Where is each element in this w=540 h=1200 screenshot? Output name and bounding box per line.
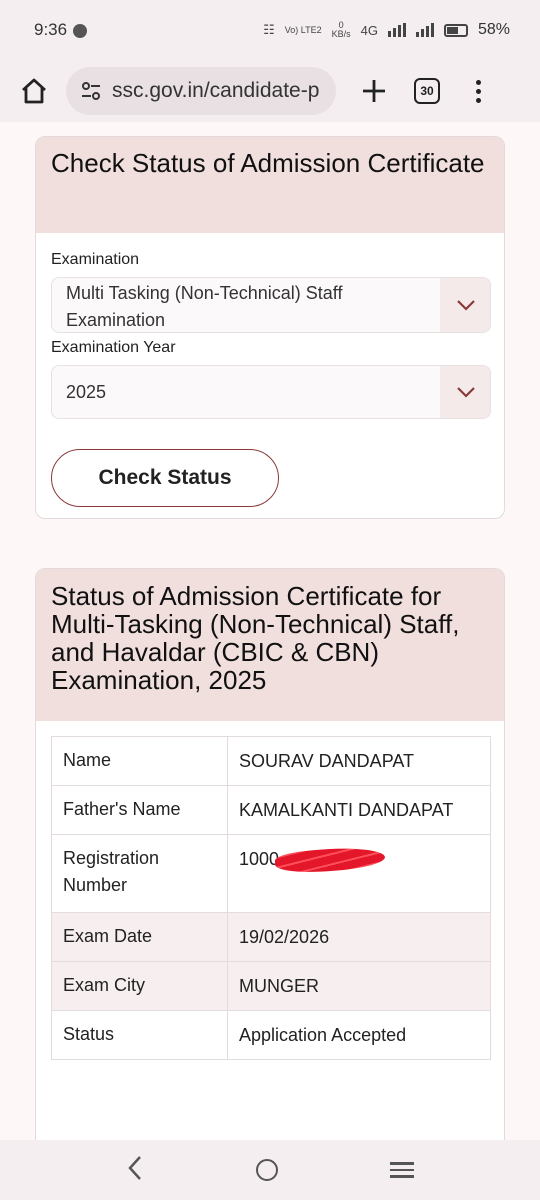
table-row: Exam Date 19/02/2026: [51, 912, 491, 962]
table-row: Exam City MUNGER: [51, 961, 491, 1011]
call-icon: [73, 24, 88, 38]
candidate-name: SOURAV DANDAPAT: [227, 736, 491, 786]
examination-selected-value: Multi Tasking (Non-Technical) Staff Exam…: [66, 283, 343, 330]
status-bar: 9:36 ☷ Vo) LTE2 0 KB/s 4G 58%: [0, 0, 540, 60]
menu-dot-icon: [476, 97, 481, 103]
plus-icon: [363, 80, 385, 102]
recent-line-icon: [390, 1168, 414, 1172]
exam-city: MUNGER: [227, 961, 491, 1011]
table-row: Father's Name KAMALKANTI DANDAPAT: [51, 785, 491, 835]
home-button[interactable]: [14, 71, 54, 111]
row-label-status: Status: [51, 1010, 228, 1060]
check-status-form: Examination Multi Tasking (Non-Technical…: [36, 233, 504, 507]
chevron-down-icon: [456, 300, 475, 311]
examination-year-label: Examination Year: [51, 339, 176, 356]
examination-label: Examination: [51, 251, 140, 268]
data-speed: 0 KB/s: [332, 21, 351, 39]
chevron-down-icon: [456, 387, 475, 398]
status-icons: ☷ Vo) LTE2 0 KB/s 4G 58%: [263, 21, 510, 39]
examination-select[interactable]: Multi Tasking (Non-Technical) Staff Exam…: [51, 277, 491, 333]
back-icon: [128, 1155, 141, 1180]
table-row: Status Application Accepted: [51, 1010, 491, 1060]
row-label-registration: Registration Number: [51, 834, 228, 913]
check-status-title: Check Status of Admission Certificate: [36, 137, 504, 233]
redaction-scribble: [274, 845, 386, 876]
volte-indicator: Vo) LTE2: [284, 24, 322, 35]
check-status-card: Check Status of Admission Certificate Ex…: [35, 136, 505, 519]
battery-percent: 58%: [477, 21, 510, 38]
recent-line-icon: [390, 1175, 414, 1178]
check-status-button[interactable]: Check Status: [51, 449, 279, 507]
registration-number: 1000: [239, 849, 280, 869]
browser-toolbar: ssc.gov.in/candidate-p 30: [0, 60, 540, 122]
tab-switcher-button[interactable]: 30: [414, 78, 440, 104]
back-button[interactable]: [126, 1152, 144, 1189]
row-label-name: Name: [51, 736, 228, 786]
admission-status-card: Status of Admission Certificate for Mult…: [35, 568, 505, 1148]
examination-year-selected-value: 2025: [66, 381, 107, 402]
vibrate-icon: ☷: [263, 22, 275, 37]
network-type: 4G: [360, 22, 378, 38]
table-row: Name SOURAV DANDAPAT: [51, 736, 491, 786]
father-name: KAMALKANTI DANDAPAT: [227, 785, 491, 835]
row-label-father-name: Father's Name: [51, 785, 228, 835]
application-status: Application Accepted: [227, 1010, 491, 1060]
row-label-exam-city: Exam City: [51, 961, 228, 1011]
recent-line-icon: [390, 1162, 414, 1165]
menu-dot-icon: [476, 88, 481, 94]
examination-dropdown-toggle[interactable]: [440, 278, 490, 332]
signal-icon: [387, 23, 406, 37]
exam-date: 19/02/2026: [227, 912, 491, 962]
registration-cell: 1000: [227, 834, 491, 913]
more-menu-button[interactable]: [476, 79, 481, 103]
address-bar[interactable]: ssc.gov.in/candidate-p: [66, 67, 336, 115]
menu-dot-icon: [476, 79, 481, 85]
table-row: Registration Number 1000: [51, 834, 491, 913]
url-text: ssc.gov.in/candidate-p: [112, 79, 320, 102]
examination-year-dropdown-toggle[interactable]: [440, 366, 490, 418]
data-speed-unit: KB/s: [331, 29, 351, 39]
site-settings-icon[interactable]: [80, 80, 102, 102]
home-nav-button[interactable]: [256, 1159, 278, 1181]
examination-year-select[interactable]: 2025: [51, 365, 491, 419]
clock: 9:36: [34, 20, 68, 39]
candidate-details-table: Name SOURAV DANDAPAT Father's Name KAMAL…: [51, 736, 491, 1060]
row-label-exam-date: Exam Date: [51, 912, 228, 962]
home-icon: [22, 78, 46, 104]
admission-status-title: Status of Admission Certificate for Mult…: [36, 569, 504, 721]
system-nav-bar: [0, 1140, 540, 1200]
signal-2-icon: [415, 23, 434, 37]
new-tab-button[interactable]: [356, 73, 392, 109]
recent-apps-button[interactable]: [390, 1162, 414, 1178]
battery-icon: [443, 23, 468, 37]
